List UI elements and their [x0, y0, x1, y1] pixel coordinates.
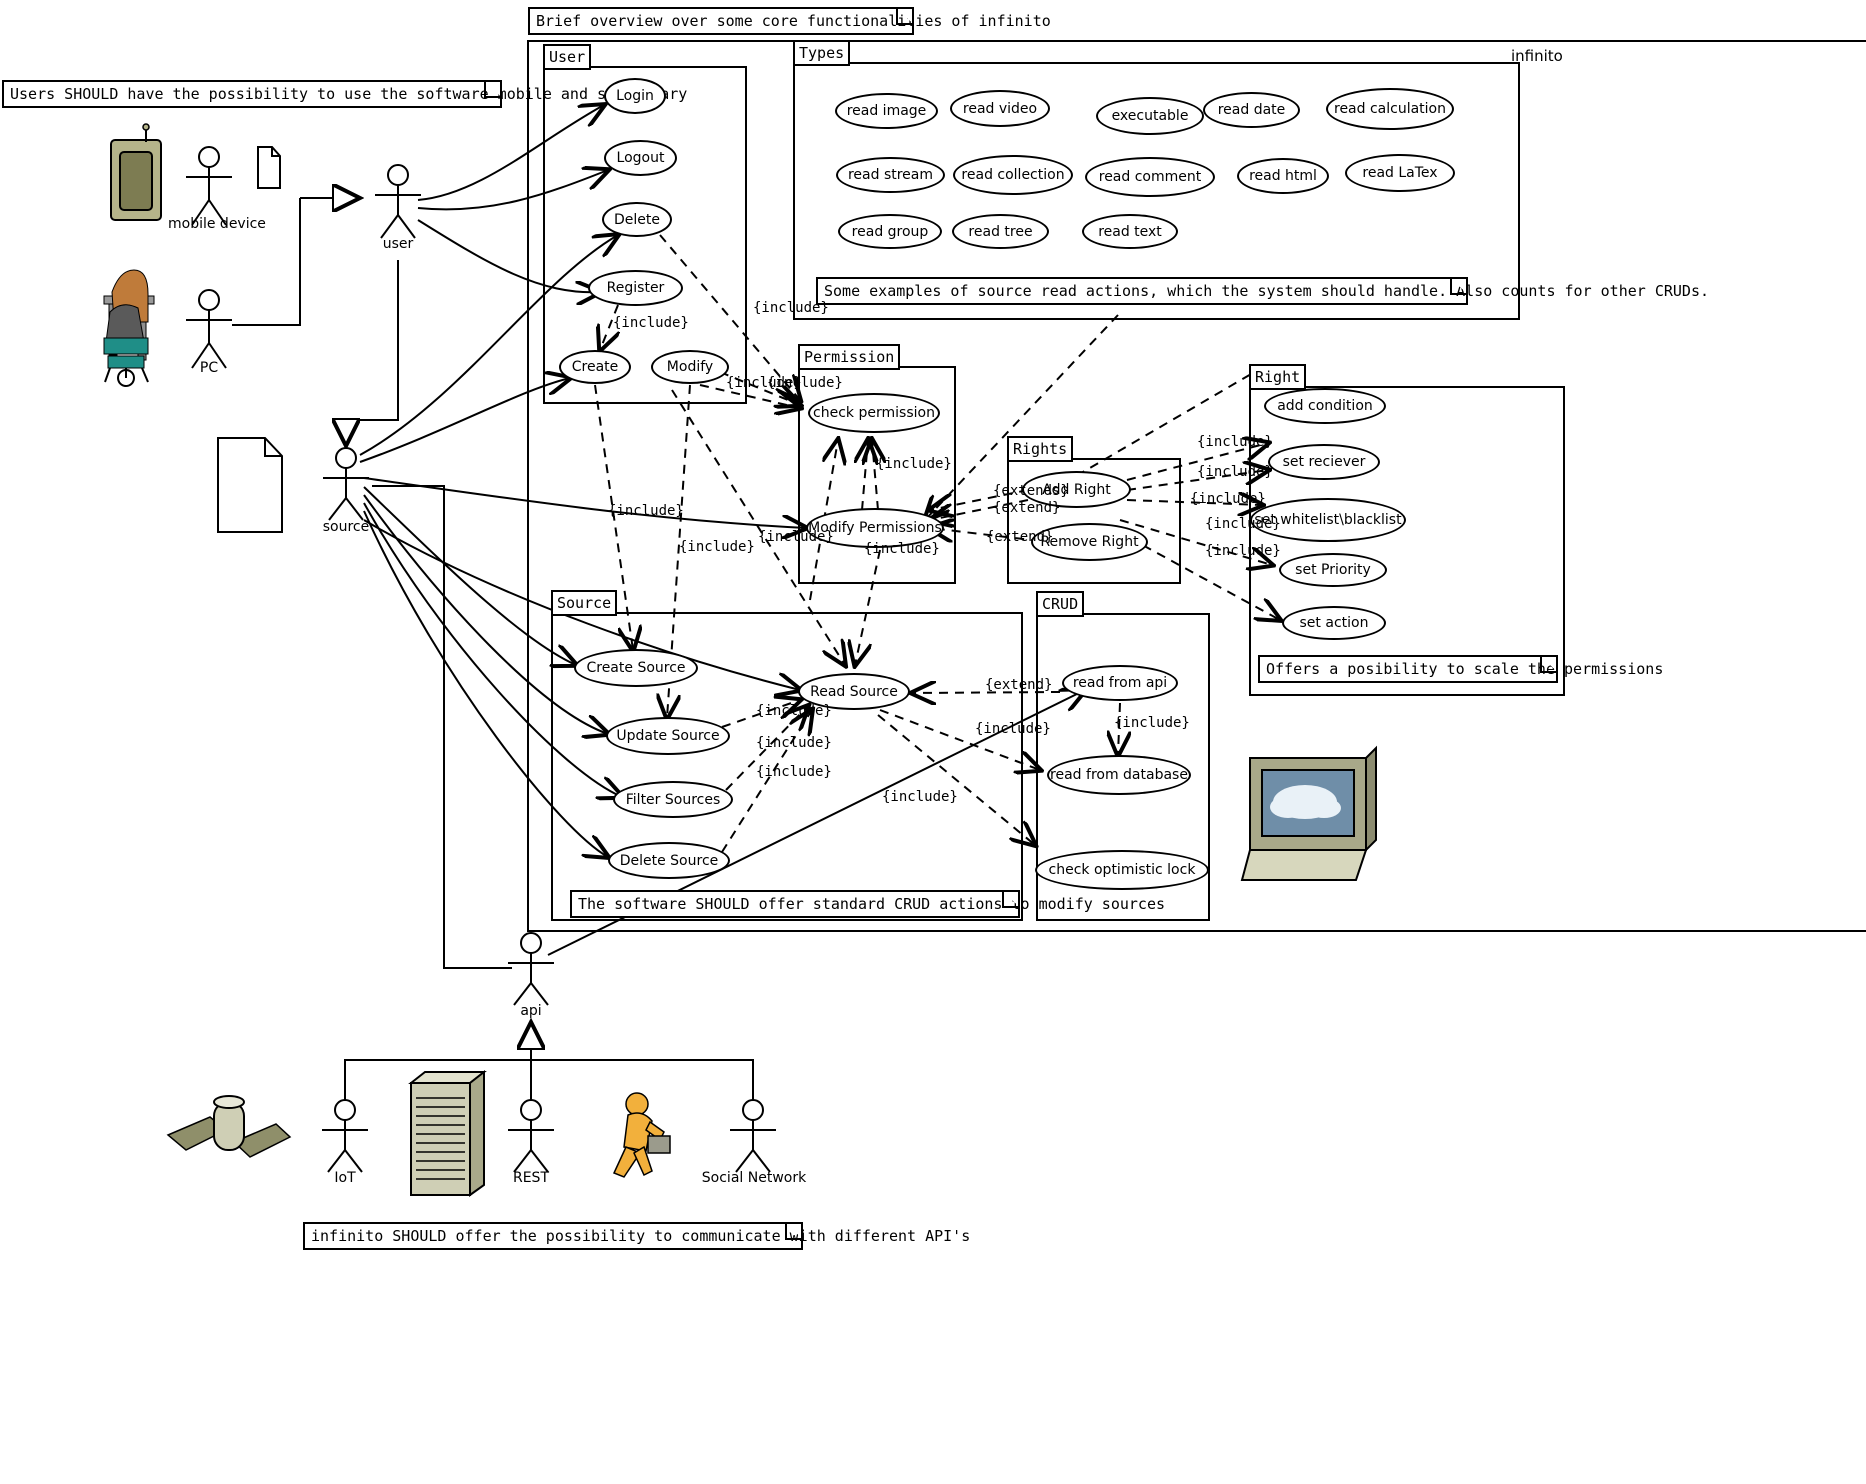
actor-iot — [322, 1099, 368, 1173]
usecase-read-comment[interactable]: read comment — [1085, 157, 1215, 197]
actor-label-social-network: Social Network — [701, 1170, 807, 1186]
package-source-label: Source — [551, 590, 618, 616]
note-fold-icon — [896, 9, 912, 25]
actor-label-source: source — [322, 519, 370, 535]
package-permission-label: Permission — [798, 344, 901, 370]
package-user-label: User — [543, 44, 592, 70]
usecase-add-condition[interactable]: add condition — [1264, 388, 1386, 424]
package-rights-label: Rights — [1007, 436, 1074, 462]
usecase-read-from-database[interactable]: read from database — [1047, 755, 1191, 795]
relation-stereotype-3: {include} — [767, 375, 843, 391]
actor-label-rest: REST — [512, 1170, 549, 1186]
note-fold-icon — [785, 1224, 801, 1240]
relation-stereotype-4: {include} — [876, 456, 952, 472]
relation-stereotype-12: {include} — [1197, 434, 1273, 450]
actor-social-network — [730, 1099, 776, 1173]
satellite-icon — [166, 1095, 292, 1158]
api-note: infinito SHOULD offer the possibility to… — [303, 1222, 970, 1250]
relation-stereotype-5: {include} — [608, 503, 684, 519]
person-at-desk-icon — [103, 269, 155, 387]
relation-stereotype-0: {include} — [753, 300, 829, 316]
actor-label-api: api — [520, 1003, 542, 1019]
actor-rest — [508, 1099, 554, 1173]
usecase-set-reciever[interactable]: set reciever — [1268, 444, 1380, 480]
relation-stereotype-20: {include} — [975, 721, 1051, 737]
relation-stereotype-1: {include} — [613, 315, 689, 331]
relation-stereotype-6: {include} — [758, 529, 834, 545]
actor-source — [323, 447, 369, 521]
actor-label-iot: IoT — [334, 1170, 356, 1186]
usecase-delete[interactable]: Delete — [602, 202, 672, 237]
actor-mobile-device — [186, 146, 232, 226]
relation-stereotype-13: {include} — [1197, 464, 1273, 480]
usecase-read-group[interactable]: read group — [838, 214, 942, 249]
usecase-check-permission[interactable]: check permission — [808, 393, 940, 433]
relation-stereotype-22: {include} — [756, 764, 832, 780]
usecase-modify[interactable]: Modify — [651, 350, 729, 384]
actor-api — [508, 932, 554, 1006]
usecase-register[interactable]: Register — [588, 270, 683, 306]
package-crud-label: CRUD — [1036, 591, 1085, 617]
relation-stereotype-11: {extend} — [986, 529, 1054, 545]
usecase-read-image[interactable]: read image — [835, 93, 938, 129]
document-icon-large — [217, 437, 283, 533]
uml-use-case-diagram: Brief overview over some core functional… — [0, 0, 1866, 1484]
usecase-update-source[interactable]: Update Source — [606, 717, 730, 755]
usecase-read-date[interactable]: read date — [1203, 92, 1300, 128]
usecase-filter-sources[interactable]: Filter Sources — [613, 781, 733, 818]
usecase-check-optimistic-lock[interactable]: check optimistic lock — [1035, 850, 1209, 890]
actor-user — [375, 164, 421, 239]
usecase-read-stream[interactable]: read stream — [836, 157, 945, 193]
note-fold-icon — [484, 82, 500, 98]
mobile-note: Users SHOULD have the possibility to use… — [2, 80, 687, 108]
relation-stereotype-9: {extends} — [993, 483, 1069, 499]
relation-stereotype-8: {include} — [864, 541, 940, 557]
usecase-read-text[interactable]: read text — [1082, 214, 1178, 249]
api-note-text: infinito SHOULD offer the possibility to… — [311, 1227, 971, 1245]
usecase-read-calculation[interactable]: read calculation — [1326, 88, 1454, 130]
actor-label-user: user — [382, 236, 414, 252]
relation-stereotype-15: {include} — [1205, 516, 1281, 532]
relation-stereotype-18: {include} — [1114, 715, 1190, 731]
title-note: Brief overview over some core functional… — [528, 7, 1051, 35]
usecase-executable[interactable]: executable — [1096, 97, 1204, 135]
relation-stereotype-16: {include} — [1205, 543, 1281, 559]
usecase-delete-source[interactable]: Delete Source — [608, 842, 730, 879]
usecase-login[interactable]: Login — [604, 78, 666, 114]
mobile-phone-icon — [110, 123, 162, 221]
package-right-label: Right — [1249, 364, 1307, 390]
actor-label-pc: PC — [199, 360, 219, 376]
relation-stereotype-23: {include} — [882, 789, 958, 805]
usecase-logout[interactable]: Logout — [604, 140, 677, 176]
usecase-read-video[interactable]: read video — [950, 90, 1050, 127]
relation-stereotype-7: {include} — [679, 539, 755, 555]
package-types-label: Types — [793, 40, 851, 66]
usecase-set-action[interactable]: set action — [1282, 606, 1386, 640]
usecase-set-priority[interactable]: set Priority — [1279, 553, 1387, 587]
usecase-read-tree[interactable]: read tree — [952, 214, 1049, 249]
usecase-create-source[interactable]: Create Source — [574, 649, 698, 687]
usecase-read-latex[interactable]: read LaTex — [1345, 154, 1455, 192]
usecase-read-html[interactable]: read html — [1237, 158, 1329, 194]
usecase-read-from-api[interactable]: read from api — [1062, 665, 1178, 701]
usecase-read-collection[interactable]: read collection — [953, 155, 1073, 195]
relation-stereotype-10: {extend} — [993, 500, 1061, 516]
package-right: Right — [1249, 364, 1565, 696]
relation-stereotype-21: {include} — [756, 735, 832, 751]
businessman-icon — [612, 1092, 671, 1178]
actor-pc — [186, 289, 232, 369]
actor-label-mobile-device: mobile device — [168, 216, 266, 232]
relation-stereotype-17: {extend} — [985, 677, 1053, 693]
relation-stereotype-14: {include} — [1190, 491, 1266, 507]
title-note-text: Brief overview over some core functional… — [536, 12, 1051, 30]
server-icon — [408, 1069, 487, 1197]
relation-stereotype-19: {include} — [756, 703, 832, 719]
document-icon-small — [257, 146, 281, 189]
usecase-create[interactable]: Create — [559, 350, 631, 384]
